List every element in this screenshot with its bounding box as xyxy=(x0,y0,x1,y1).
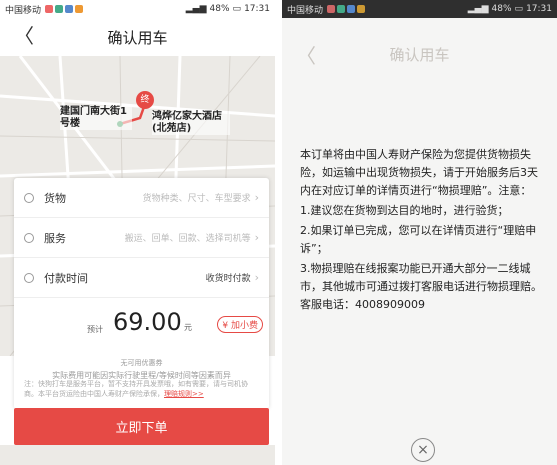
battery-icon: ▭ xyxy=(232,4,242,14)
clock-time: 17:31 xyxy=(526,4,552,14)
end-location-label: 鸿烨亿家大酒店(北苑店) xyxy=(152,111,230,135)
payment-time-label: 付款时间 xyxy=(44,271,88,285)
signal-icon: ▂▄▆ xyxy=(467,4,489,14)
back-icon[interactable]: 〈 xyxy=(14,26,34,46)
modal-overlay[interactable]: 〈 确认用车 本订单将由中国人寿财产保险为您提供货物损失险，如运输中出现货物损失… xyxy=(282,18,557,465)
faded-page-title: 确认用车 xyxy=(389,46,450,64)
order-panel: 货物 货物种类、尺寸、车型要求 › 服务 搬运、回单、回款、选择司机等 › 付款… xyxy=(14,178,269,409)
carrier-label: 中国移动 xyxy=(287,5,324,16)
goods-label: 货物 xyxy=(44,191,66,205)
nav-bar: 〈 确认用车 xyxy=(0,18,275,56)
price-prefix: 预计 xyxy=(87,325,103,334)
chevron-right-icon: › xyxy=(254,191,259,204)
service-row[interactable]: 服务 搬运、回单、回款、选择司机等 › xyxy=(14,218,269,258)
add-tip-button[interactable]: ¥ 加小费 xyxy=(217,316,263,333)
close-icon[interactable]: × xyxy=(411,438,435,462)
price-block: 预计 69.00 元 ¥ 加小费 xyxy=(14,298,269,364)
box-icon xyxy=(24,192,34,203)
price-unit: 元 xyxy=(184,323,192,332)
notice-paragraph: 本订单将由中国人寿财产保险为您提供货物损失险，如运输中出现货物损失，请于开始服务… xyxy=(300,148,538,197)
notification-icons xyxy=(45,5,84,13)
goods-hint: 货物种类、尺寸、车型要求 xyxy=(142,194,251,204)
status-bar-dark: 中国移动 ▂▄▆ 48% ▭ 17:31 xyxy=(282,0,557,18)
payment-time-value: 收货时付款 xyxy=(205,274,251,284)
page-title: 确认用车 xyxy=(107,28,168,47)
confirm-order-screen: 中国移动 ▂▄▆ 48% ▭ 17:31 〈 确认用车 终 建国门南大街1号楼 … xyxy=(0,0,275,465)
notice-item: 2.如果订单已完成，您可以在详情页进行“理赔申诉”； xyxy=(300,224,537,255)
status-bar: 中国移动 ▂▄▆ 48% ▭ 17:31 xyxy=(0,0,275,18)
notice-item: 1.建议您在货物到达目的地时，进行验货； xyxy=(300,204,509,217)
chevron-right-icon: › xyxy=(254,231,259,244)
payment-time-row[interactable]: 付款时间 收货时付款 › xyxy=(14,258,269,298)
submit-order-button[interactable]: 立即下单 xyxy=(14,408,269,445)
goods-row[interactable]: 货物 货物种类、尺寸、车型要求 › xyxy=(14,178,269,218)
destination-pin-icon: 终 xyxy=(136,91,154,109)
notification-icons xyxy=(327,5,366,13)
battery-percent: 48% xyxy=(491,4,512,14)
insurance-modal-screen: 中国移动 ▂▄▆ 48% ▭ 17:31 〈 确认用车 本订单将由中国人寿财产保… xyxy=(282,0,557,465)
clock-icon xyxy=(24,272,34,283)
insurance-notice: 本订单将由中国人寿财产保险为您提供货物损失险，如运输中出现货物损失，请于开始服务… xyxy=(300,146,543,316)
add-tip-label: 加小费 xyxy=(230,321,258,331)
disclaimer-text: 注：快狗打车是服务平台，暂不支持开具发票哦，如有需要，请与司机协商。本平台货运险… xyxy=(24,380,248,398)
status-right: ▂▄▆ 48% ▭ 17:31 xyxy=(468,4,552,14)
status-right: ▂▄▆ 48% ▭ 17:31 xyxy=(186,4,270,14)
start-location-label: 建国门南大街1号楼 xyxy=(60,106,132,130)
signal-icon: ▂▄▆ xyxy=(185,4,207,14)
battery-percent: 48% xyxy=(209,4,230,14)
carrier-label: 中国移动 xyxy=(5,5,42,16)
price-amount: 69.00 xyxy=(113,308,182,336)
disclaimer-note: 注：快狗打车是服务平台，暂不支持开具发票哦，如有需要，请与司机协商。本平台货运险… xyxy=(24,379,261,399)
service-label: 服务 xyxy=(44,231,66,245)
notice-item: 3.物损理赔在线报案功能已开通大部分一二线城市，其他城市可通过拨打客服电话进行物… xyxy=(300,262,542,311)
clock-time: 17:31 xyxy=(244,4,270,14)
chevron-right-icon: › xyxy=(254,271,259,284)
service-icon xyxy=(24,232,34,243)
claim-rules-link[interactable]: 理赔规则>> xyxy=(164,390,204,398)
service-hint: 搬运、回单、回款、选择司机等 xyxy=(124,234,251,244)
map-bottom-strip xyxy=(0,445,275,465)
battery-icon: ▭ xyxy=(514,4,524,14)
